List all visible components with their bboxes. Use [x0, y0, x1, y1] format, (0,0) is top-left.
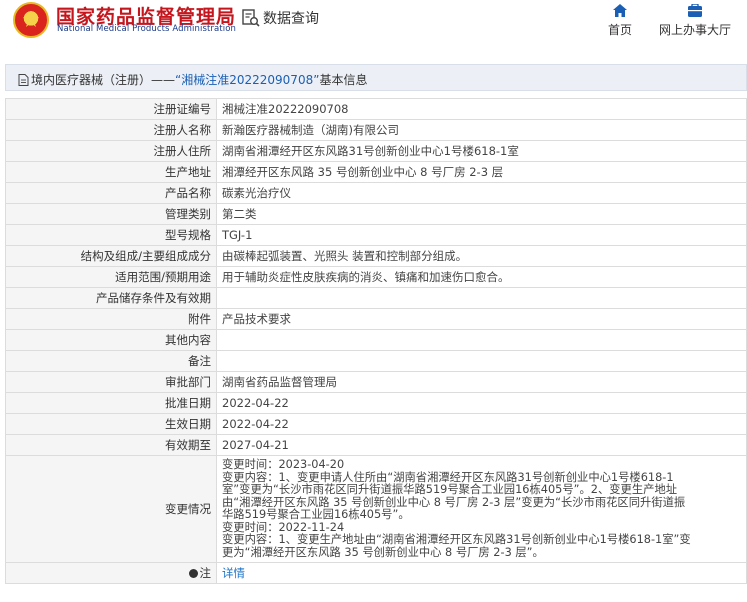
data-query-icon	[242, 9, 260, 27]
field-value: 由碳棒起弧装置、光照头 装置和控制部分组成。	[216, 245, 747, 267]
table-row: 其他内容	[5, 329, 747, 351]
breadcrumb-separator: ——	[151, 73, 176, 87]
table-row: 生效日期 2022-04-22	[5, 413, 747, 435]
field-label: 结构及组成/主要组成成分	[5, 245, 217, 267]
change-history-line: 变更内容：1、变更生产地址由“湖南省湘潭经开区东风路31号创新创业中心1号楼61…	[222, 533, 691, 546]
field-value	[216, 287, 747, 309]
field-label: 变更情况	[5, 455, 217, 563]
field-value: 湖南省药品监督管理局	[216, 371, 747, 393]
national-emblem-icon	[13, 2, 49, 38]
field-label: 生产地址	[5, 161, 217, 183]
field-value: 湖南省湘潭经开区东风路31号创新创业中心1号楼618-1室	[216, 140, 747, 162]
nav-office-hall[interactable]: 网上办事大厅	[655, 4, 735, 38]
field-label: 备注	[5, 350, 217, 372]
detail-link[interactable]: 详情	[222, 566, 245, 580]
change-history-line: 华路519号聚合工业园16栋405号”。	[222, 508, 410, 521]
info-icon	[188, 569, 198, 578]
nav-home-label: 首页	[607, 23, 632, 37]
field-label: 产品名称	[5, 182, 217, 204]
office-hall-icon	[688, 4, 702, 17]
field-label: 产品储存条件及有效期	[5, 287, 217, 309]
table-row: 产品储存条件及有效期	[5, 287, 747, 309]
table-row: 结构及组成/主要组成成分 由碳棒起弧装置、光照头 装置和控制部分组成。	[5, 245, 747, 267]
note-label: 注	[199, 566, 212, 580]
nav-home[interactable]: 首页	[604, 4, 636, 38]
field-value: 湘潭经开区东风路 35 号创新创业中心 8 号厂房 2-3 层	[216, 161, 747, 183]
change-history-value: 变更时间：2023-04-20 变更内容：1、变更申请人住所由“湖南省湘潭经开区东…	[216, 455, 747, 563]
field-value: 用于辅助炎症性皮肤疾病的消炎、镇痛和加速伤口愈合。	[216, 266, 747, 288]
table-row: 型号规格 TGJ-1	[5, 224, 747, 246]
breadcrumb-record: “湘械注准20222090708”	[175, 73, 320, 87]
field-label: 生效日期	[5, 413, 217, 435]
breadcrumb: 境内医疗器械（注册）——“湘械注准20222090708”基本信息	[5, 64, 747, 91]
note-label-cell: 注	[5, 562, 217, 584]
field-label: 其他内容	[5, 329, 217, 351]
table-row: 注册人名称 新瀚医疗器械制造（湖南)有限公司	[5, 119, 747, 141]
breadcrumb-suffix: 基本信息	[319, 73, 368, 87]
field-label: 注册人住所	[5, 140, 217, 162]
note-value: 详情	[216, 562, 747, 584]
table-row: 产品名称 碳素光治疗仪	[5, 182, 747, 204]
table-row: 注册证编号 湘械注准20222090708	[5, 98, 747, 120]
field-label: 批准日期	[5, 392, 217, 414]
field-value	[216, 350, 747, 372]
field-label: 审批部门	[5, 371, 217, 393]
site-logo-subtitle: National Medical Products Administration	[57, 24, 236, 34]
field-value: 2022-04-22	[216, 392, 747, 414]
change-history-line: 变更时间：2023-04-20	[222, 458, 345, 471]
field-label: 注册人名称	[5, 119, 217, 141]
note-row: 注详情	[5, 562, 747, 584]
table-row: 生产地址 湘潭经开区东风路 35 号创新创业中心 8 号厂房 2-3 层	[5, 161, 747, 183]
table-row: 批准日期 2022-04-22	[5, 392, 747, 414]
field-value	[216, 329, 747, 351]
document-icon	[18, 74, 29, 86]
table-row: 有效期至 2027-04-21	[5, 434, 747, 456]
field-value: 湘械注准20222090708	[216, 98, 747, 120]
nav-office-hall-label: 网上办事大厅	[658, 23, 731, 37]
field-value: 碳素光治疗仪	[216, 182, 747, 204]
device-detail-table: 注册证编号 湘械注准20222090708 注册人名称 新瀚医疗器械制造（湖南)有限公…	[5, 98, 747, 584]
table-row: 注册人住所 湖南省湘潭经开区东风路31号创新创业中心1号楼618-1室	[5, 140, 747, 162]
table-row: 适用范围/预期用途 用于辅助炎症性皮肤疾病的消炎、镇痛和加速伤口愈合。	[5, 266, 747, 288]
table-row: 附件 产品技术要求	[5, 308, 747, 330]
table-row: 管理类别 第二类	[5, 203, 747, 225]
field-label: 附件	[5, 308, 217, 330]
change-history-line: 室”变更为“长沙市雨花区同升街道振华路519号聚合工业园16栋405号”。2、变…	[222, 483, 678, 496]
site-header: 国家药品监督管理局 National Medical Products Admi…	[0, 0, 747, 58]
field-label: 有效期至	[5, 434, 217, 456]
field-value: 第二类	[216, 203, 747, 225]
change-history-row: 变更情况 变更时间：2023-04-20 变更内容：1、变更申请人住所由“湖南省湘潭…	[5, 455, 747, 563]
field-label: 注册证编号	[5, 98, 217, 120]
table-row: 审批部门 湖南省药品监督管理局	[5, 371, 747, 393]
table-row: 备注	[5, 350, 747, 372]
field-label: 型号规格	[5, 224, 217, 246]
field-value: 2027-04-21	[216, 434, 747, 456]
data-query-label: 数据查询	[263, 11, 319, 27]
field-value: 产品技术要求	[216, 308, 747, 330]
field-value: 新瀚医疗器械制造（湖南)有限公司	[216, 119, 747, 141]
change-history-line: 更为“湘潭经开区东风路 35 号创新创业中心 8 号厂房 2-3 层”。	[222, 545, 544, 559]
field-label: 适用范围/预期用途	[5, 266, 217, 288]
home-icon	[613, 4, 627, 17]
field-value: 2022-04-22	[216, 413, 747, 435]
field-label: 管理类别	[5, 203, 217, 225]
breadcrumb-category[interactable]: 境内医疗器械（注册）	[31, 73, 151, 87]
field-value: TGJ-1	[216, 224, 747, 246]
